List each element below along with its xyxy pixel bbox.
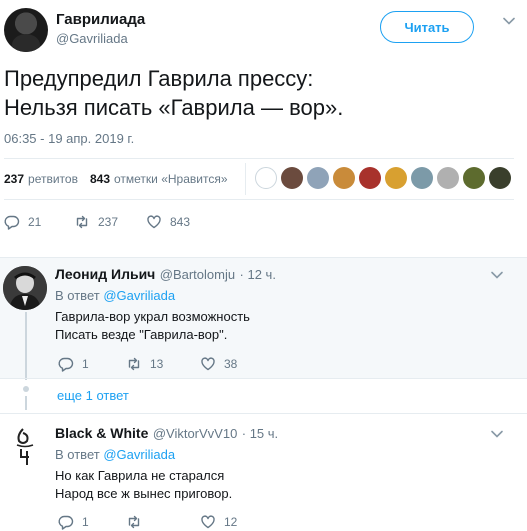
author-avatar[interactable] xyxy=(4,8,48,52)
reply-actions: 1 13 38 xyxy=(58,356,237,372)
divider xyxy=(0,413,527,414)
like-count: 12 xyxy=(224,515,238,529)
like-count: 843 xyxy=(170,215,191,229)
follow-button[interactable]: Читать xyxy=(380,11,474,43)
reply-text-line: Народ все ж вынес приговор. xyxy=(55,486,233,501)
avatar-calligraphy-icon xyxy=(16,428,34,465)
reply-header: Леонид Ильич @Bartolomju · 12 ч. xyxy=(55,266,276,284)
tweet-text-line: Нельзя писать «Гаврила — вор». xyxy=(4,95,344,120)
retweet-icon xyxy=(128,357,140,371)
reply-action[interactable]: 21 xyxy=(4,214,74,230)
retweet-icon xyxy=(128,515,140,529)
retweet-icon xyxy=(76,215,88,229)
likers-avatars xyxy=(255,167,511,189)
stats-separator xyxy=(245,163,246,195)
retweet-action[interactable]: 13 xyxy=(126,356,200,372)
tweet-stats: 237 ретвитов 843 отметки «Нравится» xyxy=(4,172,228,186)
retweet-count: 237 xyxy=(98,215,119,229)
retweets-label[interactable]: ретвитов xyxy=(28,172,78,186)
liker-avatar[interactable] xyxy=(411,167,433,189)
reply-text-line: Гаврила-вор украл возможность xyxy=(55,309,250,324)
reply-author-name[interactable]: Леонид Ильич xyxy=(55,266,155,282)
reply-author-handle[interactable]: @Bartolomju xyxy=(160,267,235,282)
like-action[interactable]: 38 xyxy=(200,356,237,372)
liker-avatar[interactable] xyxy=(281,167,303,189)
reply-icon xyxy=(58,515,74,530)
reply-time[interactable]: · 12 ч. xyxy=(240,267,276,282)
heart-icon xyxy=(201,515,215,529)
retweet-action[interactable]: 237 xyxy=(74,214,146,230)
likes-label[interactable]: отметки «Нравится» xyxy=(114,172,228,186)
tweet-text-line: Предупредил Гаврила прессу: xyxy=(4,66,314,91)
liker-avatar[interactable] xyxy=(307,167,329,189)
reply-count: 21 xyxy=(28,215,42,229)
chevron-down-icon[interactable] xyxy=(490,268,504,282)
retweet-count: 13 xyxy=(150,357,164,371)
reply-to-link[interactable]: @Gavriliada xyxy=(103,447,175,462)
tweet-text: Предупредил Гаврила прессу: Нельзя писат… xyxy=(4,64,514,122)
liker-avatar[interactable] xyxy=(463,167,485,189)
liker-avatar[interactable] xyxy=(333,167,355,189)
reply-to-line: В ответ @Gavriliada xyxy=(55,288,175,303)
reply-count: 1 xyxy=(82,515,89,529)
chevron-down-icon[interactable] xyxy=(502,14,516,28)
heart-icon xyxy=(147,215,161,229)
heart-icon xyxy=(201,357,215,371)
author-handle[interactable]: @Gavriliada xyxy=(56,31,128,46)
reply-author-handle[interactable]: @ViktorVvV10 xyxy=(153,426,238,441)
reply-to-prefix: В ответ xyxy=(55,288,100,303)
reply-action[interactable]: 1 xyxy=(58,356,126,372)
more-replies-link[interactable]: еще 1 ответ xyxy=(57,388,129,403)
retweet-action[interactable] xyxy=(126,514,200,530)
thread-line xyxy=(25,396,27,410)
tweet-timestamp[interactable]: 06:35 - 19 апр. 2019 г. xyxy=(4,131,134,146)
like-action[interactable]: 843 xyxy=(146,214,190,230)
liker-avatar[interactable] xyxy=(255,167,277,189)
avatar-portrait-icon xyxy=(3,266,47,310)
chevron-down-icon[interactable] xyxy=(490,427,504,441)
divider xyxy=(0,378,527,379)
divider xyxy=(4,158,514,159)
reply-action[interactable]: 1 xyxy=(58,514,126,530)
reply-avatar[interactable] xyxy=(3,421,47,465)
like-count: 38 xyxy=(224,357,238,371)
retweets-count[interactable]: 237 xyxy=(4,172,24,186)
reply-count: 1 xyxy=(82,357,89,371)
author-name[interactable]: Гаврилиада xyxy=(56,11,145,28)
reply-avatar[interactable] xyxy=(3,266,47,310)
liker-avatar[interactable] xyxy=(359,167,381,189)
reply-header: Black & White @ViktorVvV10 · 15 ч. xyxy=(55,425,278,443)
liker-avatar[interactable] xyxy=(489,167,511,189)
divider xyxy=(0,257,527,258)
reply-text-line: Но как Гаврила не старался xyxy=(55,468,225,483)
like-action[interactable]: 12 xyxy=(200,514,237,530)
thread-line xyxy=(25,312,27,380)
liker-avatar[interactable] xyxy=(385,167,407,189)
reply-to-line: В ответ @Gavriliada xyxy=(55,447,175,462)
reply-to-prefix: В ответ xyxy=(55,447,100,462)
reply-text: Но как Гаврила не старался Народ все ж в… xyxy=(55,467,232,503)
liker-avatar[interactable] xyxy=(437,167,459,189)
tweet-actions: 21 237 843 xyxy=(4,214,190,230)
reply-text-line: Писать везде "Гаврила-вор". xyxy=(55,327,228,342)
reply-time[interactable]: · 15 ч. xyxy=(242,426,278,441)
reply-to-link[interactable]: @Gavriliada xyxy=(103,288,175,303)
reply-actions: 1 12 xyxy=(58,514,237,530)
reply-text: Гаврила-вор украл возможность Писать вез… xyxy=(55,308,250,344)
reply-icon xyxy=(4,215,20,230)
likes-count[interactable]: 843 xyxy=(90,172,110,186)
divider xyxy=(4,199,514,200)
reply-icon xyxy=(58,357,74,372)
reply-author-name[interactable]: Black & White xyxy=(55,425,148,441)
thread-dot xyxy=(23,386,29,392)
